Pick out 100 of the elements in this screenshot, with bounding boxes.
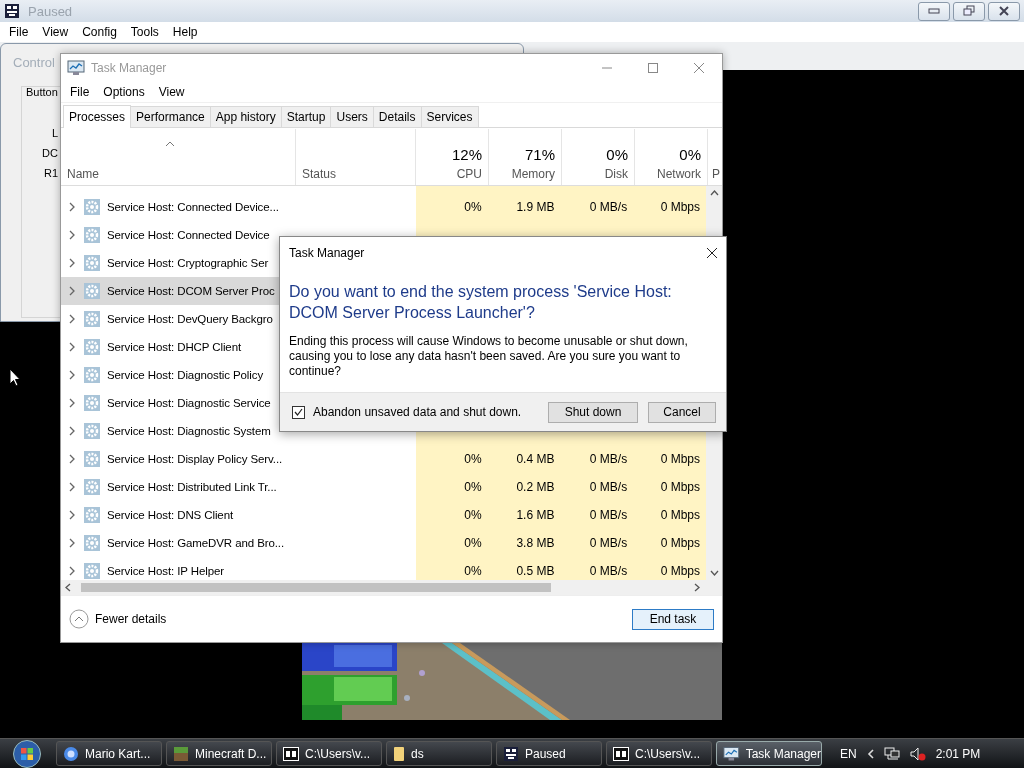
column-header[interactable]: Name	[67, 167, 289, 181]
scroll-down-icon[interactable]	[709, 570, 719, 576]
language-indicator[interactable]: EN	[840, 746, 857, 761]
gear-icon	[84, 283, 100, 299]
menu-item[interactable]: File	[63, 85, 97, 99]
checkbox-label: Abandon unsaved data and shut down.	[313, 405, 522, 419]
table-cell-text: 0%	[463, 479, 483, 496]
monitor-icon	[723, 745, 740, 762]
table-cell-text: 0 MB/s	[588, 507, 629, 524]
table-cell-text: 1.6 MB	[515, 507, 556, 524]
window-title: Control	[13, 55, 55, 70]
expand-chevron-icon[interactable]	[69, 230, 76, 240]
fewer-details-link[interactable]: Fewer details	[69, 609, 167, 629]
process-name: Service Host: Connected Device...	[107, 201, 279, 213]
clock[interactable]: 2:01 PM	[935, 746, 981, 761]
column-header[interactable]: Status	[302, 167, 409, 181]
expand-chevron-icon[interactable]	[69, 538, 76, 548]
folder-icon	[393, 745, 405, 762]
column-header[interactable]: Disk	[604, 167, 628, 181]
dialog-button[interactable]: Cancel	[648, 401, 716, 423]
gear-icon	[84, 563, 100, 579]
scroll-up-icon[interactable]	[709, 190, 719, 196]
tab[interactable]: Details	[372, 106, 422, 127]
process-name: Service Host: Cryptographic Ser	[107, 257, 269, 269]
chevron-left-icon[interactable]	[866, 748, 874, 759]
close-button[interactable]	[988, 1, 1020, 21]
table-cell-text: 0%	[463, 451, 483, 468]
expand-chevron-icon[interactable]	[69, 370, 76, 380]
column-header[interactable]: P	[712, 167, 722, 181]
scrollbar-thumb[interactable]	[81, 583, 551, 592]
menu-item[interactable]: File	[2, 25, 36, 39]
network-icon[interactable]	[883, 746, 900, 761]
gear-icon	[84, 199, 100, 215]
scroll-left-icon[interactable]	[65, 583, 71, 592]
app-icon	[503, 745, 519, 762]
expand-chevron-icon[interactable]	[69, 202, 76, 212]
tab[interactable]: Performance	[130, 106, 211, 127]
archive-icon	[613, 746, 629, 761]
tab[interactable]: Startup	[280, 106, 332, 127]
table-cell-text: 0%	[463, 507, 483, 524]
expand-chevron-icon[interactable]	[69, 566, 76, 576]
menu-item[interactable]: Help	[165, 25, 205, 39]
expand-chevron-icon[interactable]	[69, 258, 76, 268]
menu-item[interactable]: Tools	[123, 25, 166, 39]
tab[interactable]: Processes	[63, 105, 132, 128]
menu-item[interactable]: View	[151, 85, 192, 99]
volume-muted-icon[interactable]	[909, 746, 926, 761]
dialog-button[interactable]: Shut down	[548, 401, 638, 423]
close-icon	[693, 62, 705, 74]
column-header[interactable]: CPU	[456, 167, 482, 181]
tab[interactable]: Users	[330, 106, 374, 127]
close-icon[interactable]	[706, 247, 718, 259]
taskbar-button[interactable]: Mario Kart...	[56, 741, 162, 766]
expand-chevron-icon[interactable]	[69, 426, 76, 436]
archive-icon	[283, 746, 299, 761]
table-cell-text: 0 Mbps	[659, 563, 701, 580]
group-label: Button	[26, 86, 58, 98]
taskbar-button[interactable]: C:\Users\v...	[276, 741, 382, 766]
process-name: Service Host: GameDVR and Bro...	[107, 537, 285, 549]
gear-icon	[84, 507, 100, 523]
dialog-title: Task Manager	[289, 246, 365, 260]
menu-item[interactable]: Options	[96, 85, 152, 99]
expand-chevron-icon[interactable]	[69, 286, 76, 296]
taskbar-button[interactable]: ds	[386, 741, 492, 766]
expand-chevron-icon[interactable]	[69, 482, 76, 492]
process-name: Service Host: Connected Device	[107, 229, 270, 241]
app-icon	[67, 60, 85, 76]
table-cell-text: 0%	[463, 535, 483, 552]
dialog-message: Ending this process will cause Windows to become unusable or shut down, causing you to lose any data hasn't been saved. Are you sure you want to continue?	[288, 333, 689, 379]
expand-chevron-icon[interactable]	[69, 510, 76, 520]
app-icon	[4, 3, 20, 19]
expand-chevron-icon[interactable]	[69, 454, 76, 464]
taskbar-button[interactable]: Paused	[496, 741, 602, 766]
tab[interactable]: App history	[209, 106, 282, 127]
checkbox[interactable]	[292, 405, 305, 419]
gear-icon	[84, 255, 100, 271]
taskbar-button[interactable]: Minecraft D...	[166, 741, 272, 766]
taskbar-button[interactable]: Task Manager	[716, 741, 822, 766]
taskbar-button[interactable]: C:\Users\v...	[606, 741, 712, 766]
column-header[interactable]: Network	[657, 167, 701, 181]
process-name: Service Host: Distributed Link Tr...	[107, 481, 277, 493]
gear-icon	[84, 451, 100, 467]
menu-item[interactable]: Config	[75, 25, 124, 39]
scroll-right-icon[interactable]	[694, 583, 700, 592]
gear-icon	[84, 311, 100, 327]
column-header[interactable]: Memory	[511, 167, 555, 181]
process-name: Service Host: Diagnostic Policy	[107, 369, 264, 381]
expand-chevron-icon[interactable]	[69, 314, 76, 324]
table-cell-text: 0%	[463, 199, 483, 216]
tab[interactable]: Services	[420, 106, 479, 127]
table-cell-text: 0%	[463, 563, 483, 580]
circle-caret-up-icon	[69, 609, 89, 629]
window-title: Paused	[28, 3, 73, 19]
expand-chevron-icon[interactable]	[69, 342, 76, 352]
expand-chevron-icon[interactable]	[69, 398, 76, 408]
process-name: Service Host: DevQuery Backgro	[107, 313, 273, 325]
minimize-button[interactable]	[918, 1, 950, 21]
end-task-button[interactable]: End task	[632, 608, 714, 630]
menu-item[interactable]: View	[35, 25, 76, 39]
table-cell-text: 0 Mbps	[659, 535, 701, 552]
